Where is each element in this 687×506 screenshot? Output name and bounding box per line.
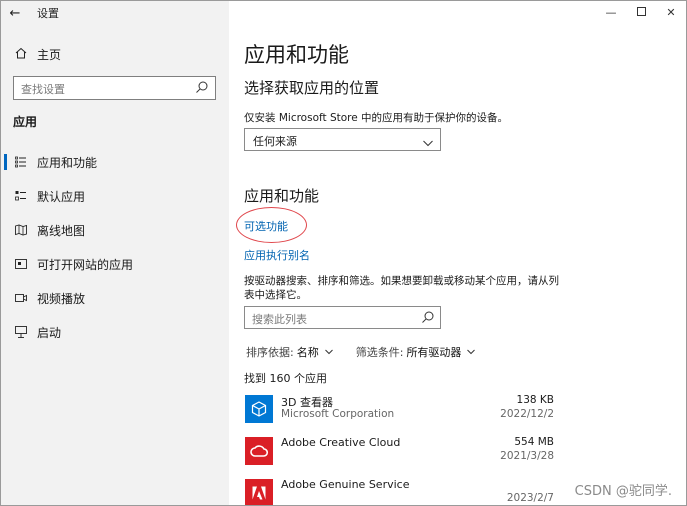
page-title: 应用和功能 xyxy=(244,43,349,67)
title-bar: ← 设置 xyxy=(1,1,229,25)
app-title: 设置 xyxy=(37,7,59,20)
sort-dropdown[interactable]: 名称 xyxy=(297,344,319,360)
search-icon[interactable] xyxy=(194,79,210,95)
chevron-down-icon xyxy=(422,134,434,147)
app-date: 2021/3/28 xyxy=(500,450,554,462)
app-list-search-input[interactable]: 搜索此列表 xyxy=(244,306,441,329)
sidebar-item-default-apps[interactable]: 默认应用 xyxy=(1,179,229,213)
sidebar-item-startup[interactable]: 启动 xyxy=(1,315,229,349)
sidebar-item-label: 视频播放 xyxy=(37,291,86,306)
app-list-item[interactable]: 3D 查看器 Microsoft Corporation 138 KB 2022… xyxy=(244,393,554,433)
startup-icon xyxy=(13,326,29,338)
sidebar: ← 设置 主页 查找设置 应用 应用和功能 默认应用 离线地图 可打开网站的应用… xyxy=(1,1,229,505)
app-publisher: Microsoft Corporation xyxy=(281,408,395,420)
apps-list-icon xyxy=(13,156,29,168)
main-content: 应用和功能 选择获取应用的位置 仅安装 Microsoft Store 中的应用… xyxy=(236,1,686,505)
source-description: 仅安装 Microsoft Store 中的应用有助于保护你的设备。 xyxy=(244,112,509,124)
source-section-title: 选择获取应用的位置 xyxy=(244,79,380,97)
home-icon xyxy=(13,47,29,62)
filter-dropdown[interactable]: 所有驱动器 xyxy=(406,344,461,360)
watermark: CSDN @驼同学. xyxy=(574,484,672,499)
chevron-down-icon[interactable] xyxy=(324,347,334,357)
video-playback-icon xyxy=(13,292,29,304)
app-name: Adobe Genuine Service xyxy=(281,478,410,491)
sidebar-item-label: 可打开网站的应用 xyxy=(37,257,134,272)
sidebar-item-offline-maps[interactable]: 离线地图 xyxy=(1,213,229,247)
app-date: 2023/2/7 xyxy=(506,492,554,504)
open-website-icon xyxy=(13,258,29,270)
chevron-down-icon[interactable] xyxy=(466,347,476,357)
sidebar-item-apps-features[interactable]: 应用和功能 xyxy=(1,145,229,179)
app-source-value: 任何来源 xyxy=(253,135,297,148)
home-nav-item[interactable]: 主页 xyxy=(13,45,61,63)
sidebar-item-apps-for-websites[interactable]: 可打开网站的应用 xyxy=(1,247,229,281)
default-apps-icon xyxy=(13,190,29,202)
adobe-icon xyxy=(245,479,273,505)
found-count: 找到 160 个应用 xyxy=(244,372,327,385)
sort-filter-row: 排序依据: 名称 筛选条件: 所有驱动器 xyxy=(246,344,476,360)
home-label: 主页 xyxy=(37,47,62,62)
offline-map-icon xyxy=(13,224,29,236)
3d-viewer-icon xyxy=(245,395,273,423)
app-execution-alias-link[interactable]: 应用执行别名 xyxy=(244,247,310,263)
settings-window: ← 设置 主页 查找设置 应用 应用和功能 默认应用 离线地图 可打开网站的应用… xyxy=(0,0,687,506)
back-arrow-icon: ← xyxy=(9,5,21,21)
creative-cloud-icon xyxy=(245,437,273,465)
optional-features-link[interactable]: 可选功能 xyxy=(244,218,288,234)
app-size: 554 MB xyxy=(514,436,554,448)
sort-label: 排序依据: xyxy=(246,346,294,359)
app-list-item[interactable]: Adobe Creative Cloud 554 MB 2021/3/28 xyxy=(244,435,554,475)
app-name: Adobe Creative Cloud xyxy=(281,436,401,449)
app-size: 138 KB xyxy=(516,394,554,406)
settings-search-input[interactable]: 查找设置 xyxy=(13,76,216,100)
sidebar-item-label: 启动 xyxy=(37,325,62,340)
app-list-search-placeholder: 搜索此列表 xyxy=(252,313,307,326)
settings-search-placeholder: 查找设置 xyxy=(21,83,65,96)
app-list-item[interactable]: Adobe Genuine Service 2023/2/7 xyxy=(244,477,554,505)
sidebar-item-label: 应用和功能 xyxy=(37,155,98,170)
app-source-dropdown[interactable]: 任何来源 xyxy=(244,128,441,151)
sidebar-item-video-playback[interactable]: 视频播放 xyxy=(1,281,229,315)
filter-label: 筛选条件: xyxy=(355,346,404,359)
sidebar-item-label: 默认应用 xyxy=(37,189,86,204)
section-label-apps: 应用 xyxy=(13,115,38,129)
app-date: 2022/12/2 xyxy=(500,408,554,420)
search-icon[interactable] xyxy=(420,309,436,325)
back-button[interactable]: ← xyxy=(1,1,29,25)
search-description: 按驱动器搜索、排序和筛选。如果想要卸载或移动某个应用，请从列表中选择它。 xyxy=(244,275,559,301)
apps-section-title: 应用和功能 xyxy=(244,187,320,205)
sidebar-nav-list: 应用和功能 默认应用 离线地图 可打开网站的应用 视频播放 启动 xyxy=(1,145,229,349)
sidebar-item-label: 离线地图 xyxy=(37,223,86,238)
